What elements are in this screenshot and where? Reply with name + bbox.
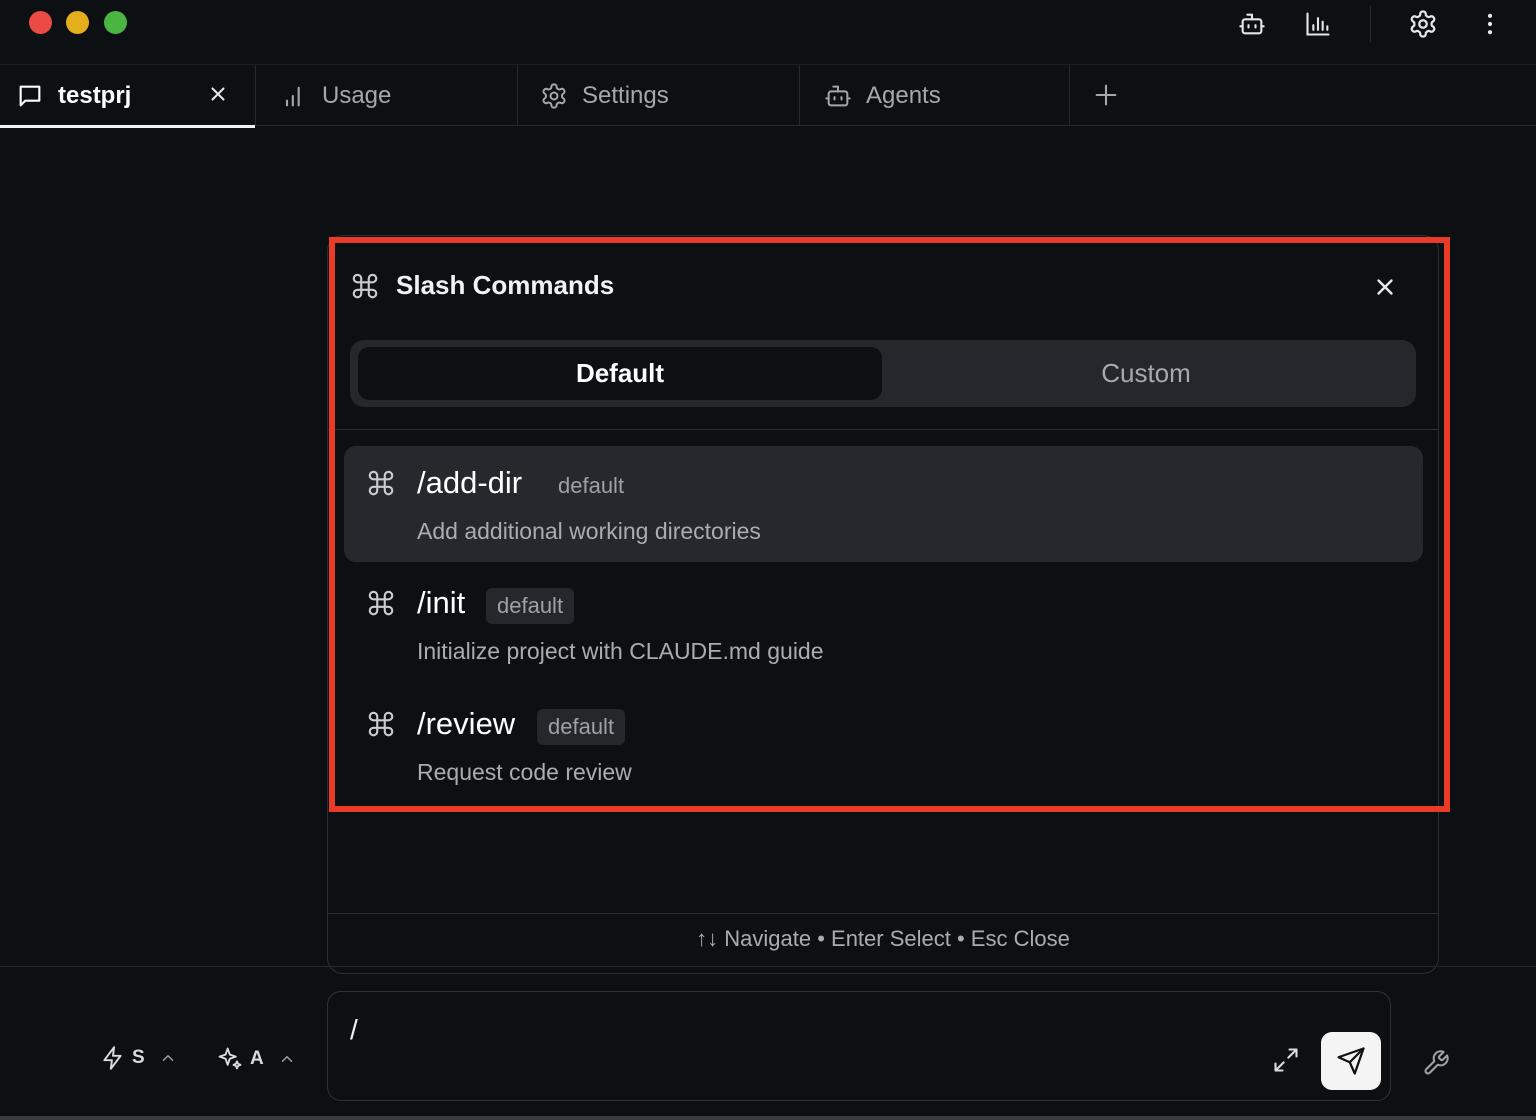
command-name: /add-dir bbox=[417, 465, 523, 500]
segment-default[interactable]: Default bbox=[358, 347, 882, 400]
window-close-button[interactable] bbox=[29, 11, 52, 34]
window-maximize-button[interactable] bbox=[104, 11, 127, 34]
tab-label: Usage bbox=[322, 81, 392, 109]
wrench-icon[interactable] bbox=[1422, 1049, 1450, 1077]
chevron-up-icon bbox=[278, 1050, 296, 1068]
tab-usage[interactable]: Usage bbox=[256, 65, 518, 126]
command-item-init[interactable]: /init default Initialize project with CL… bbox=[344, 566, 1423, 682]
agent-icon[interactable] bbox=[1236, 8, 1268, 40]
tab-label: Settings bbox=[582, 81, 669, 109]
command-item-add-dir[interactable]: /add-dir default Add additional working … bbox=[344, 446, 1423, 562]
command-description: Initialize project with CLAUDE.md guide bbox=[417, 638, 824, 664]
command-description: Request code review bbox=[417, 759, 632, 785]
popover-title: Slash Commands bbox=[396, 270, 615, 300]
settings-gear-icon[interactable] bbox=[1407, 8, 1439, 40]
model-selector-label: S bbox=[132, 1047, 145, 1068]
toolbar-divider bbox=[1370, 6, 1371, 42]
lightning-icon bbox=[100, 1045, 126, 1071]
slash-commands-popover: Slash Commands Default Custom /add-dir d… bbox=[327, 235, 1439, 974]
chat-bubble-icon bbox=[16, 82, 44, 110]
send-icon bbox=[1336, 1046, 1366, 1076]
tab-bar: testprj Usage Settings Agents bbox=[0, 64, 1536, 128]
usage-chart-icon[interactable] bbox=[1302, 8, 1334, 40]
window-bottom-edge bbox=[0, 1116, 1536, 1120]
prompt-input[interactable]: / bbox=[327, 991, 1391, 1101]
new-tab-plus-icon[interactable] bbox=[1092, 81, 1120, 109]
command-badge: default bbox=[558, 473, 625, 498]
segment-custom[interactable]: Custom bbox=[884, 347, 1408, 400]
close-icon[interactable] bbox=[1372, 274, 1398, 300]
chevron-up-icon bbox=[159, 1049, 177, 1067]
command-key-icon bbox=[366, 468, 396, 498]
sparkles-icon bbox=[216, 1045, 244, 1073]
tab-settings[interactable]: Settings bbox=[518, 65, 800, 126]
prompt-input-value: / bbox=[350, 1014, 358, 1045]
expand-icon[interactable] bbox=[1272, 1046, 1300, 1074]
divider bbox=[328, 913, 1438, 914]
tab-label: testprj bbox=[58, 81, 132, 109]
title-bar bbox=[0, 0, 1536, 64]
model-selector[interactable]: S bbox=[100, 1045, 177, 1071]
robot-icon bbox=[824, 82, 852, 110]
divider bbox=[0, 966, 1536, 967]
divider bbox=[328, 429, 1438, 430]
thinking-selector-label: A bbox=[250, 1048, 264, 1069]
command-badge: default bbox=[486, 588, 575, 624]
tab-label: Agents bbox=[866, 81, 941, 109]
popover-header: Slash Commands bbox=[350, 270, 614, 301]
tab-testprj[interactable]: testprj bbox=[0, 65, 256, 128]
command-key-icon bbox=[366, 588, 396, 618]
more-vertical-icon[interactable] bbox=[1474, 8, 1506, 40]
keyboard-hint: ↑↓ Navigate • Enter Select • Esc Close bbox=[696, 926, 1070, 951]
tab-close-icon[interactable] bbox=[207, 83, 229, 105]
thinking-selector[interactable]: A bbox=[216, 1045, 296, 1073]
command-key-icon bbox=[366, 709, 396, 739]
command-badge: default bbox=[537, 709, 626, 745]
command-item-review[interactable]: /review default Request code review bbox=[344, 687, 1423, 803]
command-name: /review bbox=[417, 706, 516, 741]
send-button[interactable] bbox=[1321, 1032, 1381, 1090]
bar-chart-icon bbox=[280, 82, 308, 110]
command-source-toggle: Default Custom bbox=[350, 340, 1416, 407]
gear-icon bbox=[540, 82, 568, 110]
window-minimize-button[interactable] bbox=[66, 11, 89, 34]
tab-agents[interactable]: Agents bbox=[800, 65, 1070, 126]
command-description: Add additional working directories bbox=[417, 518, 761, 544]
command-key-icon bbox=[350, 271, 380, 301]
command-name: /init bbox=[417, 585, 466, 620]
